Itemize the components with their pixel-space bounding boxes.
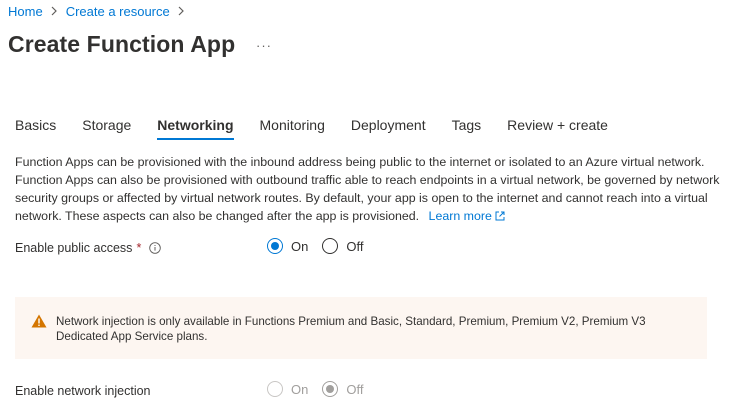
public-access-label-row: Enable public access * (15, 241, 162, 255)
radio-circle (267, 381, 283, 397)
required-marker: * (136, 241, 142, 255)
network-injection-warning: Network injection is only available in F… (15, 297, 707, 359)
external-link-icon (495, 211, 505, 221)
tab-monitoring[interactable]: Monitoring (260, 117, 325, 139)
public-access-on-radio[interactable]: On (267, 238, 308, 254)
tab-deployment[interactable]: Deployment (351, 117, 426, 139)
radio-label-on: On (291, 238, 309, 254)
chevron-right-icon (51, 5, 58, 19)
tab-storage[interactable]: Storage (82, 117, 131, 139)
radio-label-off: Off (346, 381, 364, 397)
breadcrumb: Home Create a resource (8, 4, 193, 19)
radio-circle (322, 381, 339, 397)
breadcrumb-home-link[interactable]: Home (8, 4, 43, 19)
network-injection-on-radio[interactable]: On (267, 381, 308, 397)
info-icon[interactable] (149, 242, 162, 254)
networking-description: Function Apps can be provisioned with th… (15, 153, 725, 225)
breadcrumb-create-resource-link[interactable]: Create a resource (66, 4, 170, 19)
radio-label-on: On (291, 381, 309, 397)
tab-tags[interactable]: Tags (452, 117, 482, 139)
public-access-label: Enable public access (15, 241, 133, 255)
network-injection-label-row: Enable network injection (15, 384, 151, 398)
public-access-radio-group: On Off (267, 238, 377, 254)
tab-review-create[interactable]: Review + create (507, 117, 608, 139)
chevron-right-icon (178, 5, 185, 19)
radio-label-off: Off (346, 238, 364, 254)
learn-more-link[interactable]: Learn more (429, 209, 505, 223)
public-access-off-radio[interactable]: Off (322, 238, 363, 254)
tab-bar: Basics Storage Networking Monitoring Dep… (15, 117, 634, 140)
radio-circle (267, 238, 283, 254)
tab-basics[interactable]: Basics (15, 117, 56, 139)
network-injection-off-radio[interactable]: Off (322, 381, 363, 397)
description-text: Function Apps can be provisioned with th… (15, 155, 720, 223)
warning-icon (31, 314, 47, 328)
radio-circle (322, 238, 339, 254)
network-injection-label: Enable network injection (15, 384, 151, 398)
create-function-app-page: Home Create a resource Create Function A… (0, 0, 754, 413)
warning-text: Network injection is only available in F… (56, 315, 646, 343)
network-injection-radio-group: On Off (267, 381, 377, 397)
more-options-button[interactable]: ··· (256, 38, 272, 53)
page-title: Create Function App (8, 31, 236, 57)
tab-networking[interactable]: Networking (157, 117, 234, 140)
learn-more-label: Learn more (428, 209, 492, 223)
